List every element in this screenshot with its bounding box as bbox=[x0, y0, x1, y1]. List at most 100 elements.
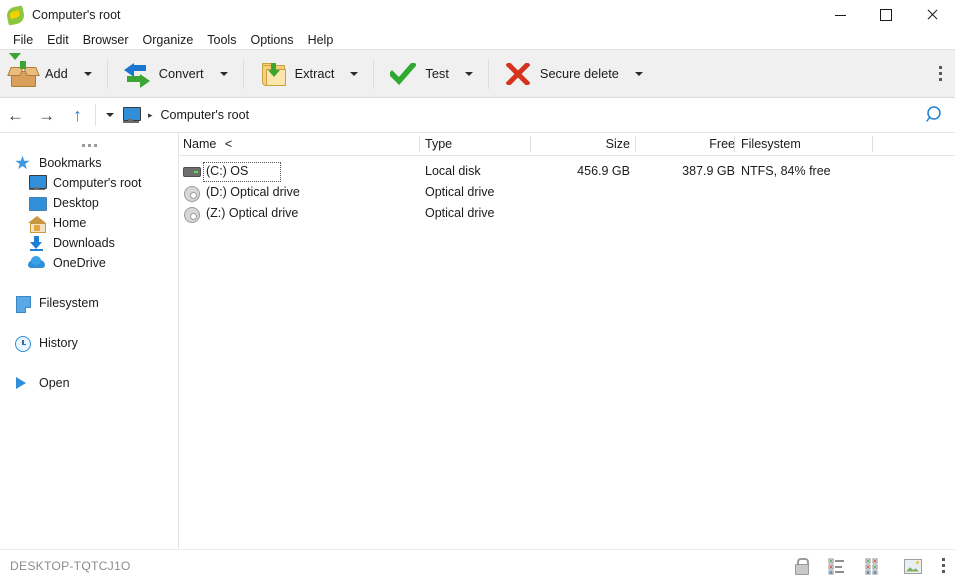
clock-icon bbox=[14, 335, 32, 352]
minimize-button[interactable] bbox=[817, 0, 863, 30]
menu-options[interactable]: Options bbox=[243, 31, 300, 49]
extract-dropdown-button[interactable] bbox=[341, 55, 367, 93]
window-title: Computer's root bbox=[32, 8, 121, 22]
lock-icon[interactable] bbox=[791, 557, 811, 575]
menu-tools[interactable]: Tools bbox=[200, 31, 243, 49]
menu-browser[interactable]: Browser bbox=[76, 31, 136, 49]
sidebar: Bookmarks Computer's root Desktop Home D… bbox=[0, 133, 179, 549]
list-view-icon[interactable] bbox=[865, 557, 885, 575]
extract-folder-icon bbox=[259, 60, 287, 88]
sidebar-item-history[interactable]: History bbox=[0, 333, 178, 353]
column-header-filesystem[interactable]: Filesystem bbox=[741, 133, 801, 155]
peazip-window: Computer's root File Edit Browser Organi… bbox=[0, 0, 955, 581]
toolbar-separator bbox=[373, 59, 374, 89]
add-button[interactable]: Add bbox=[0, 55, 75, 93]
cell-type: Optical drive bbox=[425, 182, 494, 203]
sidebar-spacer bbox=[0, 353, 178, 373]
add-dropdown-button[interactable] bbox=[75, 55, 101, 93]
address-divider bbox=[95, 104, 96, 126]
thumbnail-view-icon[interactable] bbox=[902, 557, 922, 575]
search-icon[interactable] bbox=[924, 104, 946, 126]
cell-type: Optical drive bbox=[425, 203, 494, 224]
star-icon bbox=[14, 155, 32, 172]
maximize-button[interactable] bbox=[863, 0, 909, 30]
computer-icon[interactable] bbox=[122, 107, 141, 123]
secure-delete-dropdown-button[interactable] bbox=[626, 55, 652, 93]
menu-file[interactable]: File bbox=[6, 31, 40, 49]
column-divider[interactable] bbox=[872, 136, 873, 152]
computer-icon bbox=[28, 175, 46, 192]
up-button[interactable]: ↑ bbox=[62, 100, 93, 130]
sidebar-item-label: Bookmarks bbox=[39, 156, 102, 170]
file-list: Name < Type Size Free Filesystem (C:) OS… bbox=[179, 133, 955, 549]
window-controls bbox=[817, 0, 955, 30]
toolbar-group-add: Add bbox=[0, 50, 101, 97]
sidebar-item-bookmarks[interactable]: Bookmarks bbox=[0, 153, 178, 173]
more-horizontal-icon[interactable] bbox=[0, 137, 178, 153]
convert-button[interactable]: Convert bbox=[114, 55, 211, 93]
add-box-icon bbox=[9, 60, 37, 88]
extract-button[interactable]: Extract bbox=[250, 55, 342, 93]
back-button[interactable]: ← bbox=[0, 100, 31, 130]
toolbar-overflow-button[interactable] bbox=[930, 50, 950, 97]
forward-button[interactable]: → bbox=[31, 100, 62, 130]
sidebar-item-home[interactable]: Home bbox=[0, 213, 178, 233]
secure-delete-button[interactable]: Secure delete bbox=[495, 55, 626, 93]
chevron-down-icon bbox=[465, 72, 473, 76]
table-row[interactable]: (D:) Optical drive Optical drive bbox=[179, 182, 955, 203]
sidebar-item-label: OneDrive bbox=[53, 256, 106, 270]
details-view-icon[interactable] bbox=[828, 557, 848, 575]
breadcrumb-path[interactable]: Computer's root bbox=[161, 108, 250, 122]
address-bar: ← → ↑ ▸ Computer's root bbox=[0, 98, 955, 133]
column-header-name[interactable]: Name < bbox=[183, 133, 232, 155]
chevron-down-icon bbox=[350, 72, 358, 76]
chevron-down-icon bbox=[106, 113, 114, 117]
sidebar-item-open[interactable]: Open bbox=[0, 373, 178, 393]
menu-edit[interactable]: Edit bbox=[40, 31, 76, 49]
file-list-header: Name < Type Size Free Filesystem bbox=[179, 133, 955, 156]
sidebar-item-downloads[interactable]: Downloads bbox=[0, 233, 178, 253]
column-header-free[interactable]: Free bbox=[535, 133, 735, 155]
chevron-down-icon bbox=[220, 72, 228, 76]
title-bar: Computer's root bbox=[0, 0, 955, 30]
sidebar-spacer bbox=[0, 313, 178, 333]
column-divider[interactable] bbox=[419, 136, 420, 152]
toolbar-group-extract: Extract bbox=[250, 50, 368, 97]
sidebar-item-desktop[interactable]: Desktop bbox=[0, 193, 178, 213]
cell-free: 387.9 GB bbox=[535, 161, 735, 182]
cloud-icon bbox=[28, 255, 46, 272]
test-dropdown-button[interactable] bbox=[456, 55, 482, 93]
toolbar-separator bbox=[107, 59, 108, 89]
sidebar-item-label: Home bbox=[53, 216, 86, 230]
convert-dropdown-button[interactable] bbox=[211, 55, 237, 93]
column-divider[interactable] bbox=[734, 136, 735, 152]
home-icon bbox=[28, 215, 46, 232]
table-row[interactable]: (C:) OS Local disk 456.9 GB 387.9 GB NTF… bbox=[179, 161, 955, 182]
address-history-dropdown[interactable] bbox=[100, 100, 120, 130]
status-text: DESKTOP-TQTCJ1O bbox=[10, 559, 131, 573]
sidebar-item-filesystem[interactable]: Filesystem bbox=[0, 293, 178, 313]
add-button-label: Add bbox=[45, 66, 68, 81]
more-vertical-icon[interactable] bbox=[939, 557, 947, 575]
test-button-label: Test bbox=[425, 66, 448, 81]
menu-help[interactable]: Help bbox=[301, 31, 341, 49]
status-bar: DESKTOP-TQTCJ1O bbox=[0, 549, 955, 581]
main-toolbar: Add Convert Extract bbox=[0, 49, 955, 98]
sidebar-item-label: Downloads bbox=[53, 236, 115, 250]
toolbar-group-convert: Convert bbox=[114, 50, 237, 97]
more-vertical-icon bbox=[939, 66, 942, 81]
chevron-down-icon bbox=[84, 72, 92, 76]
sidebar-item-label: Desktop bbox=[53, 196, 99, 210]
sidebar-item-onedrive[interactable]: OneDrive bbox=[0, 253, 178, 273]
test-button[interactable]: Test bbox=[380, 55, 455, 93]
cell-filesystem: NTFS, 84% free bbox=[741, 161, 831, 182]
close-button[interactable] bbox=[909, 0, 955, 30]
sidebar-item-label: Filesystem bbox=[39, 296, 99, 310]
red-x-icon bbox=[504, 60, 532, 88]
play-triangle-icon bbox=[14, 375, 32, 392]
menu-organize[interactable]: Organize bbox=[136, 31, 201, 49]
menu-bar: File Edit Browser Organize Tools Options… bbox=[0, 30, 955, 49]
sidebar-item-computers-root[interactable]: Computer's root bbox=[0, 173, 178, 193]
table-row[interactable]: (Z:) Optical drive Optical drive bbox=[179, 203, 955, 224]
desktop-icon bbox=[28, 195, 46, 212]
